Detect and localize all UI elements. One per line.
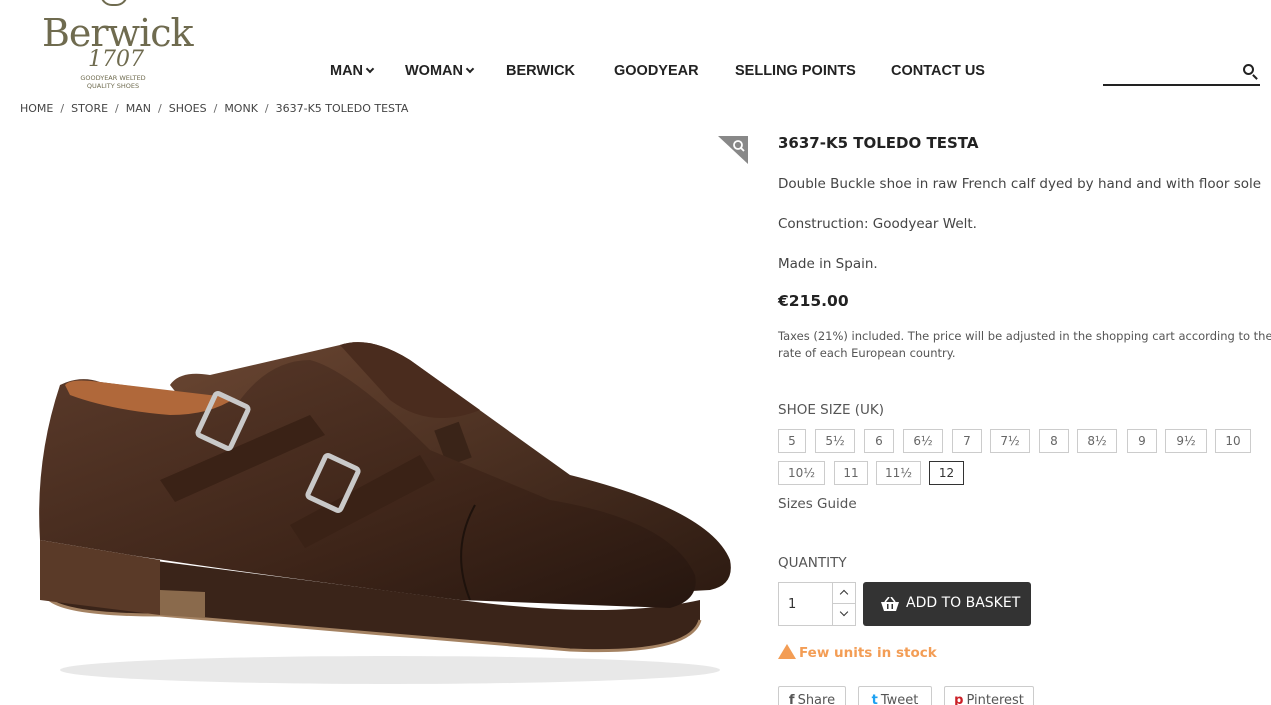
size-option[interactable]: 6½ xyxy=(903,429,943,453)
size-option[interactable]: 5½ xyxy=(815,429,855,453)
brand-tagline: GOODYEAR WELTED QUALITY SHOES xyxy=(80,74,146,90)
add-to-basket-button[interactable]: ADD TO BASKET xyxy=(863,582,1031,626)
breadcrumb-shoes[interactable]: SHOES xyxy=(169,102,207,115)
stock-text: Few units in stock xyxy=(799,645,937,661)
size-option-selected[interactable]: 12 xyxy=(929,461,964,485)
stock-status: Few units in stock xyxy=(778,642,937,661)
share-label: Pinterest xyxy=(966,693,1024,705)
size-option[interactable]: 5 xyxy=(778,429,806,453)
share-label: Tweet xyxy=(880,693,919,705)
basket-icon xyxy=(881,597,899,611)
size-option[interactable]: 9½ xyxy=(1165,429,1207,453)
breadcrumb: HOME / STORE / MAN / SHOES / MONK / 3637-K5 TOLEDO… xyxy=(20,102,408,115)
size-option[interactable]: 8 xyxy=(1039,429,1069,453)
quantity-increase-button[interactable] xyxy=(832,583,855,604)
breadcrumb-monk[interactable]: MONK xyxy=(224,102,258,115)
nav-item-contact-us[interactable]: CONTACT US xyxy=(891,63,985,79)
size-label: SHOE SIZE (UK) xyxy=(778,402,885,418)
breadcrumb-store[interactable]: STORE xyxy=(71,102,108,115)
nav-item-man[interactable]: MAN xyxy=(330,63,375,79)
crest-icon xyxy=(100,0,128,6)
quantity-decrease-button[interactable] xyxy=(832,604,855,625)
size-option[interactable]: 11½ xyxy=(876,461,921,485)
facebook-icon: f xyxy=(788,693,795,705)
warning-icon xyxy=(778,644,796,659)
size-option[interactable]: 8½ xyxy=(1077,429,1117,453)
share-label: Share xyxy=(797,693,836,705)
size-option[interactable]: 7½ xyxy=(990,429,1030,453)
quantity-stepper xyxy=(778,582,856,626)
breadcrumb-separator: / xyxy=(213,102,218,115)
twitter-share-button[interactable]: t Tweet xyxy=(858,686,932,705)
brand-logo[interactable]: Berwick 1707 GOODYEAR WELTED QUALITY SHO… xyxy=(40,0,194,92)
breadcrumb-current: 3637-K5 TOLEDO TESTA xyxy=(275,102,409,115)
search-icon[interactable] xyxy=(1243,64,1254,75)
brand-year: 1707 xyxy=(88,47,144,72)
quantity-label: QUANTITY xyxy=(778,555,847,571)
chevron-down-icon xyxy=(365,64,375,74)
search-input[interactable] xyxy=(1103,60,1260,86)
facebook-share-button[interactable]: f Share xyxy=(778,686,846,705)
nav-item-selling-points[interactable]: SELLING POINTS xyxy=(735,63,856,79)
product-title: 3637-K5 TOLEDO TESTA xyxy=(778,134,979,152)
breadcrumb-separator: / xyxy=(115,102,119,115)
size-option[interactable]: 11 xyxy=(834,461,868,485)
product-price: €215.00 xyxy=(778,292,849,310)
size-option[interactable]: 6 xyxy=(864,429,894,453)
chevron-up-icon xyxy=(839,589,849,599)
chevron-down-icon xyxy=(465,64,475,74)
quantity-input[interactable] xyxy=(779,583,833,625)
size-option[interactable]: 10½ xyxy=(778,461,825,485)
breadcrumb-separator: / xyxy=(264,102,269,115)
breadcrumb-separator: / xyxy=(158,102,162,115)
product-origin: Made in Spain. xyxy=(778,256,878,272)
nav-item-woman[interactable]: WOMAN xyxy=(405,63,475,79)
nav-label: WOMAN xyxy=(405,63,463,79)
twitter-icon: t xyxy=(871,693,878,705)
nav-label: MAN xyxy=(330,63,364,79)
zoom-icon[interactable] xyxy=(718,136,748,164)
tax-note: Taxes (21%) included. The price will be … xyxy=(778,329,1271,360)
add-to-basket-label: ADD TO BASKET xyxy=(906,595,1021,611)
breadcrumb-man[interactable]: MAN xyxy=(126,102,151,115)
breadcrumb-separator: / xyxy=(60,102,65,115)
size-option[interactable]: 9 xyxy=(1127,429,1157,453)
breadcrumb-home[interactable]: HOME xyxy=(20,102,53,115)
product-construction: Construction: Goodyear Welt. xyxy=(778,216,977,232)
product-description: Double Buckle shoe in raw French calf dy… xyxy=(778,176,1262,192)
chevron-down-icon xyxy=(839,607,849,617)
sizes-guide-link[interactable]: Sizes Guide xyxy=(778,496,857,512)
pinterest-share-button[interactable]: p Pinterest xyxy=(944,686,1034,705)
pinterest-icon: p xyxy=(954,693,964,705)
nav-item-berwick[interactable]: BERWICK xyxy=(506,63,575,79)
size-option[interactable]: 10 xyxy=(1215,429,1251,453)
size-option[interactable]: 7 xyxy=(952,429,982,453)
nav-item-goodyear[interactable]: GOODYEAR xyxy=(614,63,699,79)
product-image[interactable] xyxy=(10,130,750,705)
